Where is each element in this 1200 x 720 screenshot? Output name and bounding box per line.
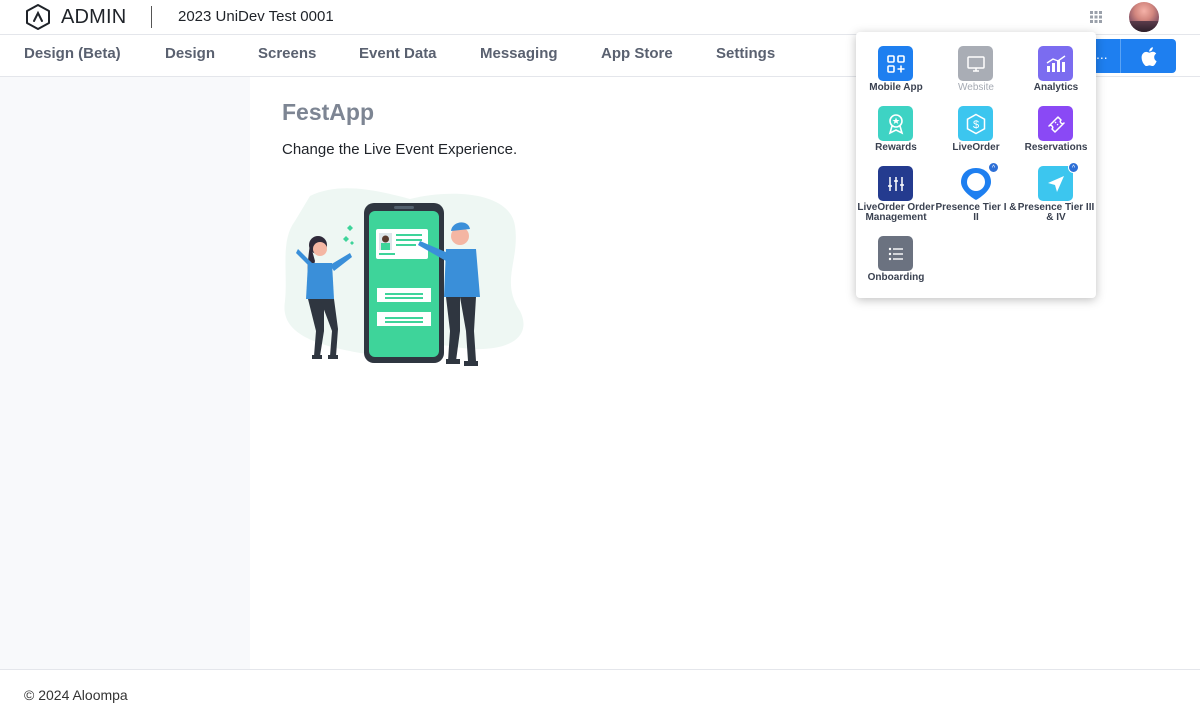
copyright-text: © 2024 Aloompa <box>24 687 128 703</box>
header-divider <box>151 6 152 28</box>
app-tile-mobile-app[interactable]: Mobile App <box>856 32 936 93</box>
logo-text: ADMIN <box>61 5 127 28</box>
order-management-icon <box>878 166 913 201</box>
rewards-icon <box>878 106 913 141</box>
app-tile-presence-tier-3-4[interactable]: ^ Presence Tier III & IV <box>1016 152 1096 223</box>
website-icon <box>958 46 993 81</box>
presence-pin-icon <box>958 166 993 201</box>
nav-settings[interactable]: Settings <box>716 45 775 62</box>
nav-design-beta[interactable]: Design (Beta) <box>24 45 121 62</box>
apps-dropdown-menu: Mobile App Website Analytics Rewards $ L… <box>856 32 1096 298</box>
presence-navigation-icon <box>1038 166 1073 201</box>
ios-build-button[interactable] <box>1120 39 1176 73</box>
nav-screens[interactable]: Screens <box>258 45 316 62</box>
nav-app-store[interactable]: App Store <box>601 45 673 62</box>
nav-design[interactable]: Design <box>165 45 215 62</box>
app-tile-label: Presence Tier III & IV <box>1017 202 1095 223</box>
analytics-icon <box>1038 46 1073 81</box>
apps-grid-icon[interactable] <box>1088 9 1104 25</box>
nav-messaging[interactable]: Messaging <box>480 45 558 62</box>
app-tile-onboarding[interactable]: Onboarding <box>856 222 936 283</box>
liveorder-icon: $ <box>958 106 993 141</box>
app-tile-website[interactable]: Website <box>936 32 1016 93</box>
admin-logo[interactable]: ADMIN <box>24 3 126 31</box>
app-tile-analytics[interactable]: Analytics <box>1016 32 1096 93</box>
app-tile-label: LiveOrder Order Management <box>857 202 935 223</box>
app-tile-rewards[interactable]: Rewards <box>856 92 936 153</box>
app-tile-presence-tier-1-2[interactable]: ^ Presence Tier I & II <box>936 152 1016 223</box>
top-header: ADMIN 2023 UniDev Test 0001 <box>0 0 1200 34</box>
presence-badge-icon: ^ <box>1068 162 1079 173</box>
nav-event-data[interactable]: Event Data <box>359 45 437 62</box>
people-with-phone-illustration <box>284 188 524 366</box>
project-title[interactable]: 2023 UniDev Test 0001 <box>178 8 334 25</box>
app-tile-order-management[interactable]: LiveOrder Order Management <box>856 152 936 223</box>
app-tile-reservations[interactable]: Reservations <box>1016 92 1096 153</box>
app-tile-liveorder[interactable]: $ LiveOrder <box>936 92 1016 153</box>
presence-badge-icon: ^ <box>988 162 999 173</box>
apple-icon <box>1141 46 1157 66</box>
reservations-icon <box>1038 106 1073 141</box>
app-tile-label: Presence Tier I & II <box>935 202 1017 223</box>
onboarding-icon <box>878 236 913 271</box>
logo-hexagon-icon <box>26 4 50 30</box>
left-sidebar <box>0 77 250 669</box>
nav-action-buttons: ... <box>1090 39 1176 73</box>
footer: © 2024 Aloompa <box>0 669 1200 720</box>
app-tagline: Change the Live Event Experience. <box>282 141 518 158</box>
mobile-app-icon <box>878 46 913 81</box>
app-name-heading: FestApp <box>282 99 374 125</box>
user-avatar[interactable] <box>1129 2 1159 32</box>
svg-text:$: $ <box>972 119 978 131</box>
app-tile-label: Onboarding <box>867 272 925 283</box>
